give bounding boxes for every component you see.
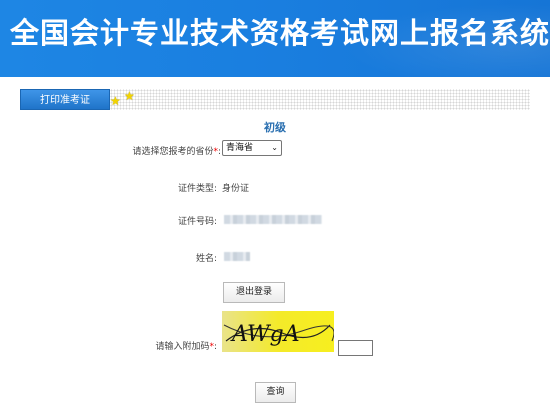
name-label: 姓名: — [195, 254, 217, 264]
id-number-value-redacted — [224, 215, 322, 224]
tab-print-admission-ticket[interactable]: 打印准考证 — [20, 89, 110, 110]
captcha-image[interactable]: AWgA — [222, 311, 334, 352]
dropdown-caret-icon: ⌄ — [271, 143, 278, 152]
system-title: 全国会计专业技术资格考试网上报名系统 — [10, 16, 550, 50]
id-type-label: 证件类型: — [177, 184, 217, 194]
id-type-value: 身份证 — [222, 184, 250, 194]
exam-level-heading: 初级 — [264, 121, 286, 134]
tab-bar: 打印准考证 — [20, 89, 530, 110]
captcha-text: AWgA — [230, 322, 300, 347]
id-number-label: 证件号码: — [177, 217, 217, 227]
captcha-label: 请输入附加码*: — [155, 342, 217, 352]
province-label: 请选择您报考的省份*: — [132, 147, 221, 157]
header-banner: 全国会计专业技术资格考试网上报名系统 — [0, 0, 550, 77]
star-icon: ★ — [110, 94, 121, 108]
name-value-redacted — [224, 252, 250, 261]
province-selected-value: 青海省 — [226, 143, 254, 153]
province-select[interactable]: 青海省 ⌄ — [222, 140, 282, 156]
captcha-input[interactable] — [338, 340, 373, 356]
logout-button[interactable]: 退出登录 — [223, 282, 285, 303]
star-icon: ★ — [124, 89, 135, 103]
query-button[interactable]: 查询 — [255, 382, 296, 403]
